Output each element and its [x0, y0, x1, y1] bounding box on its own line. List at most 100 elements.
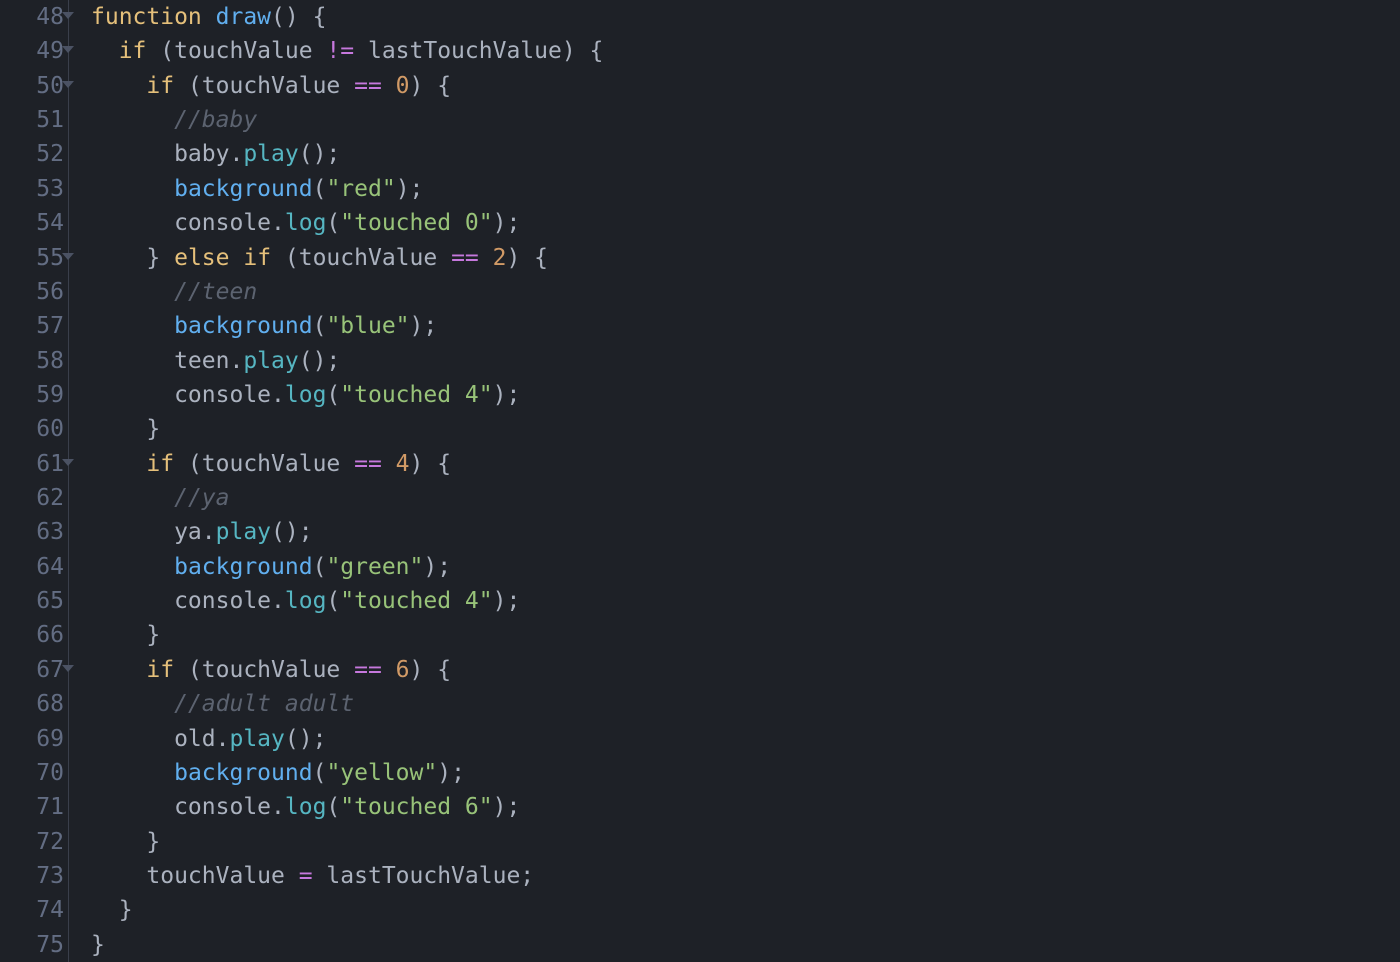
code-line[interactable]: //teen: [91, 275, 1400, 309]
token-punc: (: [313, 176, 327, 202]
token-meth: log: [285, 382, 327, 408]
token-punc: [91, 176, 174, 202]
token-punc: old.: [91, 726, 229, 752]
code-line[interactable]: //adult adult: [91, 687, 1400, 721]
token-punc: (: [326, 794, 340, 820]
token-punc: [91, 73, 146, 99]
code-line[interactable]: console.log("touched 0");: [91, 206, 1400, 240]
token-punc: [229, 245, 243, 271]
token-op: ==: [354, 73, 382, 99]
line-number: 62: [0, 481, 64, 515]
code-editor[interactable]: 4849505152535455565758596061626364656667…: [0, 0, 1400, 962]
token-punc: [382, 73, 396, 99]
code-line[interactable]: background("blue");: [91, 309, 1400, 343]
code-area[interactable]: function draw() { if (touchValue != last…: [68, 0, 1400, 962]
code-line[interactable]: teen.play();: [91, 344, 1400, 378]
token-meth: play: [216, 519, 271, 545]
code-line[interactable]: touchValue = lastTouchValue;: [91, 859, 1400, 893]
code-line[interactable]: }: [91, 928, 1400, 962]
token-punc: [479, 245, 493, 271]
token-punc: (touchValue: [174, 451, 354, 477]
line-number: 48: [0, 0, 64, 34]
token-punc: ) {: [410, 657, 452, 683]
code-line[interactable]: }: [91, 893, 1400, 927]
token-punc: [91, 760, 174, 786]
token-punc: ();: [271, 519, 313, 545]
code-line[interactable]: old.play();: [91, 722, 1400, 756]
token-punc: (: [326, 382, 340, 408]
code-line[interactable]: }: [91, 618, 1400, 652]
token-meth: play: [229, 726, 284, 752]
token-punc: (touchValue: [174, 657, 354, 683]
line-number: 72: [0, 825, 64, 859]
token-punc: lastTouchValue) {: [354, 38, 603, 64]
code-line[interactable]: console.log("touched 4");: [91, 584, 1400, 618]
code-line[interactable]: //ya: [91, 481, 1400, 515]
token-str: "blue": [326, 313, 409, 339]
line-number: 55: [0, 241, 64, 275]
token-punc: touchValue: [91, 863, 299, 889]
token-punc: );: [396, 176, 424, 202]
token-punc: (touchValue: [146, 38, 326, 64]
token-cmt: //teen: [174, 279, 257, 305]
token-meth: log: [285, 794, 327, 820]
token-punc: );: [410, 313, 438, 339]
token-punc: [91, 554, 174, 580]
code-line[interactable]: if (touchValue == 6) {: [91, 653, 1400, 687]
code-line[interactable]: }: [91, 825, 1400, 859]
line-number: 67: [0, 653, 64, 687]
token-meth: play: [243, 348, 298, 374]
token-str: "touched 4": [340, 382, 492, 408]
line-number: 56: [0, 275, 64, 309]
token-punc: ();: [299, 348, 341, 374]
token-kw: else: [174, 245, 229, 271]
line-number: 50: [0, 69, 64, 103]
code-line[interactable]: }: [91, 412, 1400, 446]
token-punc: }: [91, 622, 160, 648]
code-line[interactable]: if (touchValue != lastTouchValue) {: [91, 34, 1400, 68]
token-num: 4: [396, 451, 410, 477]
code-line[interactable]: console.log("touched 6");: [91, 790, 1400, 824]
code-line[interactable]: background("green");: [91, 550, 1400, 584]
token-kw: if: [243, 245, 271, 271]
code-line[interactable]: ya.play();: [91, 515, 1400, 549]
line-number: 65: [0, 584, 64, 618]
token-str: "touched 0": [340, 210, 492, 236]
token-punc: [91, 691, 174, 717]
line-number: 70: [0, 756, 64, 790]
token-punc: }: [91, 829, 160, 855]
code-line[interactable]: function draw() {: [91, 0, 1400, 34]
token-kw: if: [119, 38, 147, 64]
token-punc: [91, 279, 174, 305]
line-number: 75: [0, 928, 64, 962]
line-number: 71: [0, 790, 64, 824]
token-punc: (: [326, 588, 340, 614]
line-number: 61: [0, 447, 64, 481]
code-line[interactable]: baby.play();: [91, 137, 1400, 171]
token-punc: ();: [285, 726, 327, 752]
code-line[interactable]: } else if (touchValue == 2) {: [91, 241, 1400, 275]
token-punc: );: [423, 554, 451, 580]
token-punc: console.: [91, 382, 285, 408]
token-punc: [91, 657, 146, 683]
line-number: 66: [0, 618, 64, 652]
token-num: 0: [396, 73, 410, 99]
token-punc: );: [493, 794, 521, 820]
token-punc: }: [91, 897, 133, 923]
code-line[interactable]: if (touchValue == 0) {: [91, 69, 1400, 103]
code-line[interactable]: if (touchValue == 4) {: [91, 447, 1400, 481]
line-number: 49: [0, 34, 64, 68]
code-line[interactable]: //baby: [91, 103, 1400, 137]
token-fn: background: [174, 176, 312, 202]
line-number: 68: [0, 687, 64, 721]
line-number: 74: [0, 893, 64, 927]
line-number: 57: [0, 309, 64, 343]
code-line[interactable]: console.log("touched 4");: [91, 378, 1400, 412]
token-cmt: //adult adult: [174, 691, 354, 717]
token-punc: [91, 313, 174, 339]
token-punc: lastTouchValue;: [313, 863, 535, 889]
token-punc: );: [437, 760, 465, 786]
code-line[interactable]: background("yellow");: [91, 756, 1400, 790]
code-line[interactable]: background("red");: [91, 172, 1400, 206]
line-number: 73: [0, 859, 64, 893]
